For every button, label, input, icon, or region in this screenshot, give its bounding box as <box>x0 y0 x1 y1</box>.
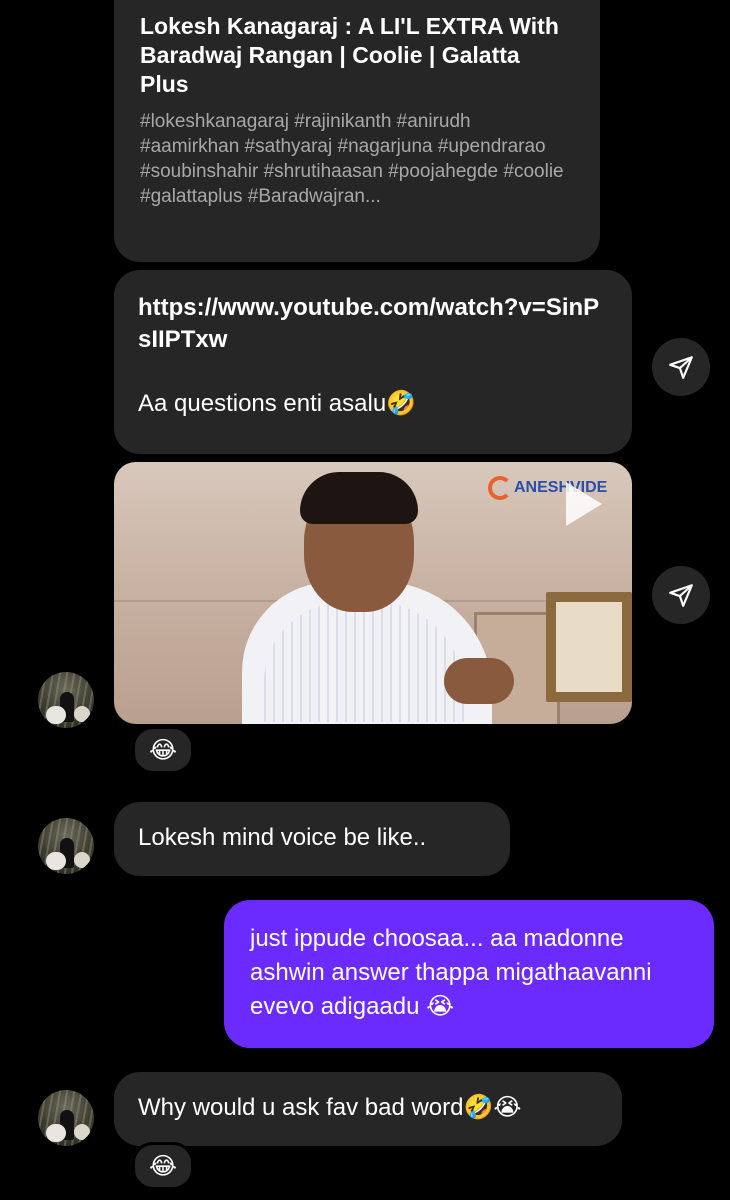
link-preview-card[interactable]: Lokesh Kanagaraj : A LI'L EXTRA With Bar… <box>114 0 600 262</box>
received-message-bubble: Why would u ask fav bad word🤣😭 <box>114 1072 622 1146</box>
message-text: just ippude choosaa... aa madonne ashwin… <box>250 925 652 1020</box>
avatar[interactable] <box>38 672 94 728</box>
video-person-hand <box>444 658 514 704</box>
reaction-badge[interactable]: 😂 <box>132 726 194 774</box>
youtube-link[interactable]: https://www.youtube.com/watch?v=SinPsIIP… <box>138 292 608 356</box>
share-icon <box>669 584 693 607</box>
video-message[interactable]: ANESHVIDE <box>114 462 632 724</box>
link-preview-title: Lokesh Kanagaraj : A LI'L EXTRA With Bar… <box>140 13 559 97</box>
reaction-badge[interactable]: 😂 <box>132 1142 194 1190</box>
message-text: Lokesh mind voice be like.. <box>138 824 427 851</box>
share-button[interactable] <box>652 566 710 624</box>
avatar[interactable] <box>38 1090 94 1146</box>
share-icon <box>669 356 693 379</box>
sent-message-bubble: just ippude choosaa... aa madonne ashwin… <box>224 900 714 1048</box>
message-text: Aa questions enti asalu🤣 <box>138 390 417 417</box>
share-button[interactable] <box>652 338 710 396</box>
video-person-hair <box>300 472 418 524</box>
play-icon[interactable] <box>566 482 602 526</box>
video-picture-frame <box>546 592 632 702</box>
url-message-bubble: https://www.youtube.com/watch?v=SinPsIIP… <box>114 270 632 454</box>
received-message-bubble: Lokesh mind voice be like.. <box>114 802 510 876</box>
watermark-logo-icon <box>488 476 512 500</box>
link-preview-description: #lokeshkanagaraj #rajinikanth #anirudh #… <box>140 111 564 207</box>
message-text: Why would u ask fav bad word🤣😭 <box>138 1094 522 1121</box>
avatar[interactable] <box>38 818 94 874</box>
